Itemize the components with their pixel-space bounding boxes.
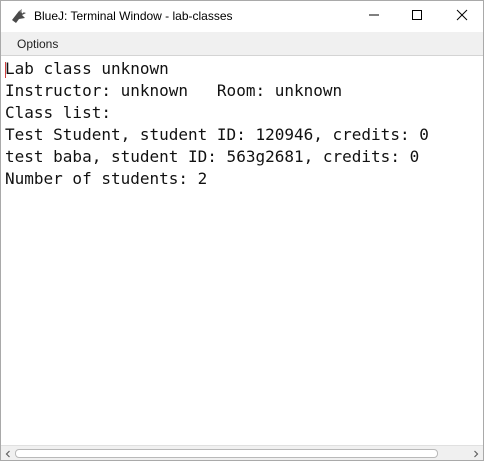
menu-bar: Options	[1, 32, 483, 56]
terminal-window: BlueJ: Terminal Window - lab-classes Opt…	[0, 0, 484, 461]
window-title: BlueJ: Terminal Window - lab-classes	[34, 9, 233, 23]
chevron-right-icon	[472, 445, 480, 461]
chevron-left-icon	[4, 445, 12, 461]
terminal-output[interactable]: Lab class unknown Instructor: unknown Ro…	[1, 57, 483, 445]
output-line: Instructor: unknown Room: unknown	[5, 81, 343, 100]
maximize-button[interactable]	[394, 1, 440, 32]
scroll-left-button[interactable]	[1, 445, 15, 461]
output-line: Class list:	[5, 103, 111, 122]
output-line: Lab class unknown	[5, 59, 169, 78]
output-line: Test Student, student ID: 120946, credit…	[5, 125, 429, 144]
minimize-icon	[368, 8, 380, 26]
menu-options[interactable]: Options	[11, 36, 64, 52]
bluej-bird-icon	[10, 8, 28, 25]
close-button[interactable]	[439, 1, 483, 32]
scrollbar-thumb[interactable]	[15, 449, 438, 458]
close-icon	[456, 8, 468, 26]
output-line: Number of students: 2	[5, 169, 208, 188]
horizontal-scrollbar[interactable]	[1, 445, 483, 460]
scroll-right-button[interactable]	[469, 445, 483, 461]
minimize-button[interactable]	[351, 1, 397, 32]
output-line: test baba, student ID: 563g2681, credits…	[5, 147, 420, 166]
maximize-icon	[411, 8, 423, 26]
title-bar[interactable]: BlueJ: Terminal Window - lab-classes	[1, 1, 483, 32]
